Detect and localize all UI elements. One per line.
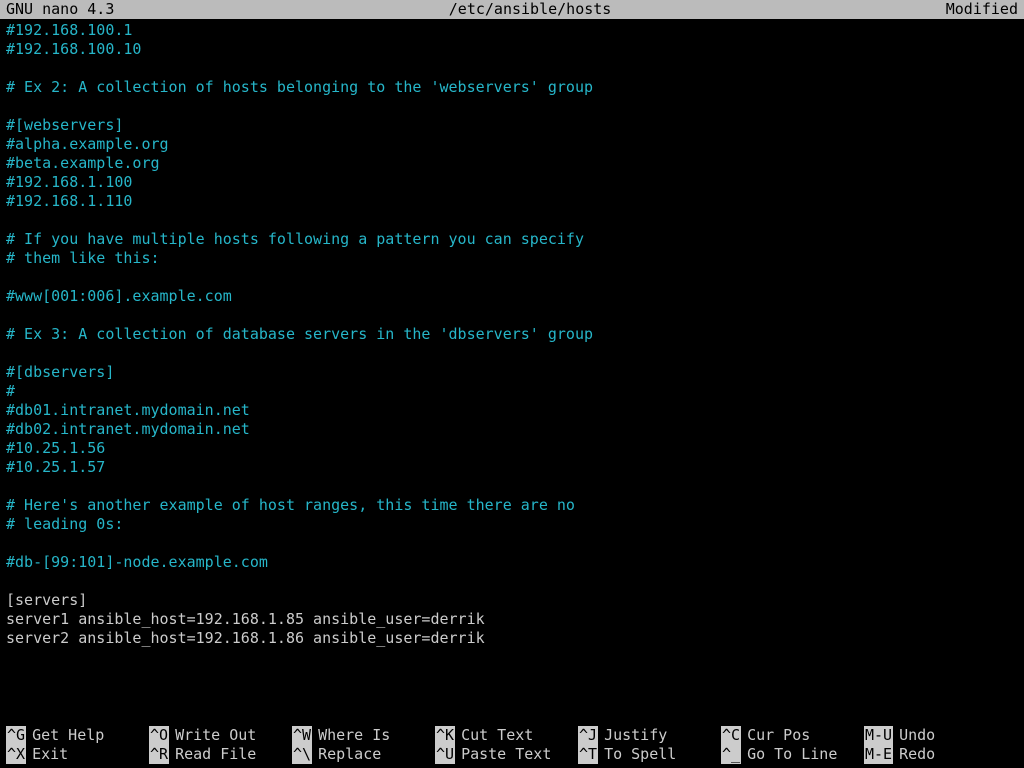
shortcut-label: Write Out <box>175 726 256 745</box>
editor-line[interactable]: # Ex 3: A collection of database servers… <box>6 325 1024 344</box>
editor-line[interactable]: [servers] <box>6 591 1024 610</box>
editor-line[interactable]: # Here's another example of host ranges,… <box>6 496 1024 515</box>
editor-line[interactable]: #10.25.1.56 <box>6 439 1024 458</box>
editor-line[interactable]: #[dbservers] <box>6 363 1024 382</box>
shortcut[interactable]: ^C Cur Pos <box>721 726 864 745</box>
shortcut-key: ^\ <box>292 745 312 764</box>
shortcut-key: ^U <box>435 745 455 764</box>
shortcut-key: ^_ <box>721 745 741 764</box>
editor-area[interactable]: #192.168.100.1#192.168.100.10 # Ex 2: A … <box>0 19 1024 648</box>
shortcut-key: ^C <box>721 726 741 745</box>
editor-line[interactable] <box>6 97 1024 116</box>
shortcut[interactable]: ^K Cut Text <box>435 726 578 745</box>
shortcut[interactable]: ^U Paste Text <box>435 745 578 764</box>
editor-line[interactable]: #192.168.100.1 <box>6 21 1024 40</box>
shortcut-key: ^K <box>435 726 455 745</box>
editor-line[interactable]: #192.168.1.110 <box>6 192 1024 211</box>
file-path: /etc/ansible/hosts <box>114 0 945 19</box>
shortcut[interactable]: ^X Exit <box>6 745 149 764</box>
editor-line[interactable] <box>6 268 1024 287</box>
shortcut-label: Read File <box>175 745 256 764</box>
shortcut-key: ^O <box>149 726 169 745</box>
editor-line[interactable] <box>6 572 1024 591</box>
shortcut[interactable]: ^T To Spell <box>578 745 721 764</box>
shortcut-label: Go To Line <box>747 745 837 764</box>
shortcut-bar: ^G Get Help ^O Write Out ^W Where Is ^K Cut Tex… <box>0 726 1024 768</box>
shortcut[interactable]: ^\ Replace <box>292 745 435 764</box>
shortcut-label: Cut Text <box>461 726 533 745</box>
editor-line[interactable]: #10.25.1.57 <box>6 458 1024 477</box>
shortcut-row-1: ^G Get Help ^O Write Out ^W Where Is ^K Cut Tex… <box>6 726 1024 745</box>
editor-line[interactable]: #192.168.100.10 <box>6 40 1024 59</box>
editor-line[interactable]: server2 ansible_host=192.168.1.86 ansibl… <box>6 629 1024 648</box>
editor-line[interactable] <box>6 344 1024 363</box>
shortcut-key: ^T <box>578 745 598 764</box>
shortcut[interactable]: ^O Write Out <box>149 726 292 745</box>
editor-line[interactable]: #db01.intranet.mydomain.net <box>6 401 1024 420</box>
editor-line[interactable] <box>6 306 1024 325</box>
editor-line[interactable]: #alpha.example.org <box>6 135 1024 154</box>
editor-line[interactable]: # leading 0s: <box>6 515 1024 534</box>
shortcut-label: Exit <box>32 745 68 764</box>
shortcut[interactable]: ^W Where Is <box>292 726 435 745</box>
editor-line[interactable] <box>6 534 1024 553</box>
shortcut-label: Undo <box>899 726 935 745</box>
shortcut[interactable]: ^_ Go To Line <box>721 745 864 764</box>
shortcut-key: M-U <box>864 726 893 745</box>
editor-line[interactable] <box>6 477 1024 496</box>
editor-line[interactable] <box>6 211 1024 230</box>
shortcut-key: ^R <box>149 745 169 764</box>
editor-line[interactable]: #db-[99:101]-node.example.com <box>6 553 1024 572</box>
title-bar: GNU nano 4.3 /etc/ansible/hosts Modified <box>0 0 1024 19</box>
shortcut-label: Redo <box>899 745 935 764</box>
editor-line[interactable] <box>6 59 1024 78</box>
shortcut-label: Replace <box>318 745 381 764</box>
editor-line[interactable]: #192.168.1.100 <box>6 173 1024 192</box>
shortcut[interactable]: ^G Get Help <box>6 726 149 745</box>
editor-line[interactable]: # Ex 2: A collection of hosts belonging … <box>6 78 1024 97</box>
modified-flag: Modified <box>946 0 1024 19</box>
shortcut[interactable]: ^R Read File <box>149 745 292 764</box>
shortcut-key: ^X <box>6 745 26 764</box>
shortcut[interactable]: M-E Redo <box>864 745 1007 764</box>
shortcut-key: ^W <box>292 726 312 745</box>
shortcut-key: M-E <box>864 745 893 764</box>
editor-line[interactable]: # <box>6 382 1024 401</box>
shortcut-label: Get Help <box>32 726 104 745</box>
shortcut[interactable]: M-U Undo <box>864 726 1007 745</box>
shortcut-label: To Spell <box>604 745 676 764</box>
editor-line[interactable]: #[webservers] <box>6 116 1024 135</box>
nano-version: GNU nano 4.3 <box>0 0 114 19</box>
shortcut-label: Where Is <box>318 726 390 745</box>
shortcut-label: Justify <box>604 726 667 745</box>
shortcut-key: ^G <box>6 726 26 745</box>
editor-line[interactable]: #beta.example.org <box>6 154 1024 173</box>
shortcut[interactable]: ^J Justify <box>578 726 721 745</box>
editor-line[interactable]: # them like this: <box>6 249 1024 268</box>
shortcut-label: Cur Pos <box>747 726 810 745</box>
shortcut-key: ^J <box>578 726 598 745</box>
editor-line[interactable]: #db02.intranet.mydomain.net <box>6 420 1024 439</box>
editor-line[interactable]: server1 ansible_host=192.168.1.85 ansibl… <box>6 610 1024 629</box>
editor-line[interactable]: # If you have multiple hosts following a… <box>6 230 1024 249</box>
editor-line[interactable]: #www[001:006].example.com <box>6 287 1024 306</box>
shortcut-row-2: ^X Exit ^R Read File ^\ Replace ^U Paste Text ^T… <box>6 745 1024 764</box>
shortcut-label: Paste Text <box>461 745 551 764</box>
